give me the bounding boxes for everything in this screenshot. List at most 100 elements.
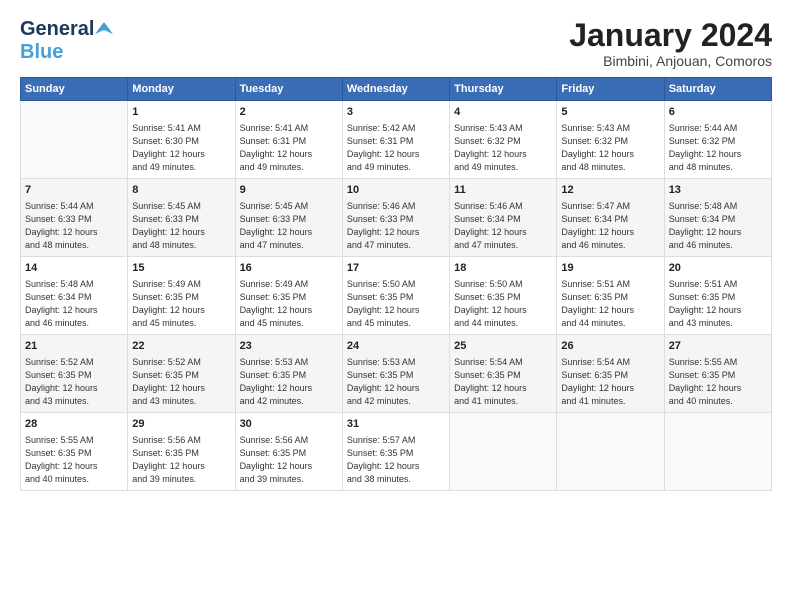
- calendar-week-row: 21 Sunrise: 5:52 AM Sunset: 6:35 PM Dayli…: [21, 335, 772, 413]
- table-row: 8Sunrise: 5:45 AM Sunset: 6:33 PM Daylig…: [128, 179, 235, 257]
- day-number: 4: [454, 105, 552, 120]
- day-number: 22: [132, 339, 230, 354]
- day-info: Sunrise: 5:55 AM Sunset: 6:35 PM Dayligh…: [669, 357, 742, 407]
- day-number: 9: [240, 183, 338, 198]
- day-info: Sunrise: 5:46 AM Sunset: 6:34 PM Dayligh…: [454, 201, 527, 251]
- table-row: 15Sunrise: 5:49 AM Sunset: 6:35 PM Dayli…: [128, 257, 235, 335]
- day-number: 1: [132, 105, 230, 120]
- table-row: 20 Sunrise: 5:51 AM Sunset: 6:35 PM Dayli…: [664, 257, 771, 335]
- day-info: Sunrise: 5:41 AM Sunset: 6:30 PM Dayligh…: [132, 123, 205, 173]
- header-saturday: Saturday: [664, 78, 771, 101]
- day-info: Sunrise: 5:49 AM Sunset: 6:35 PM Dayligh…: [132, 279, 205, 329]
- table-row: 4 Sunrise: 5:43 AM Sunset: 6:32 PM Daylig…: [450, 101, 557, 179]
- table-row: 1 Sunrise: 5:41 AM Sunset: 6:30 PM Daylig…: [128, 101, 235, 179]
- day-number: 6: [669, 105, 767, 120]
- logo-line2: Blue: [20, 41, 63, 64]
- day-info: Sunrise: 5:52 AM Sunset: 6:35 PM Dayligh…: [132, 357, 205, 407]
- logo-blue: Blue: [20, 41, 63, 63]
- day-info: Sunrise: 5:51 AM Sunset: 6:35 PM Dayligh…: [561, 279, 634, 329]
- day-number: 16: [240, 261, 338, 276]
- calendar-week-row: 7 Sunrise: 5:44 AM Sunset: 6:33 PM Daylig…: [21, 179, 772, 257]
- header-tuesday: Tuesday: [235, 78, 342, 101]
- logo-bird-icon: [95, 20, 113, 38]
- location-subtitle: Bimbini, Anjouan, Comoros: [569, 53, 772, 69]
- day-info: Sunrise: 5:41 AM Sunset: 6:31 PM Dayligh…: [240, 123, 313, 173]
- table-row: 7 Sunrise: 5:44 AM Sunset: 6:33 PM Daylig…: [21, 179, 128, 257]
- header-monday: Monday: [128, 78, 235, 101]
- calendar-week-row: 1 Sunrise: 5:41 AM Sunset: 6:30 PM Daylig…: [21, 101, 772, 179]
- day-info: Sunrise: 5:50 AM Sunset: 6:35 PM Dayligh…: [454, 279, 527, 329]
- table-row: 21 Sunrise: 5:52 AM Sunset: 6:35 PM Dayli…: [21, 335, 128, 413]
- day-info: Sunrise: 5:48 AM Sunset: 6:34 PM Dayligh…: [669, 201, 742, 251]
- calendar-header-row: Sunday Monday Tuesday Wednesday Thursday…: [21, 78, 772, 101]
- day-info: Sunrise: 5:43 AM Sunset: 6:32 PM Dayligh…: [454, 123, 527, 173]
- table-row: [21, 101, 128, 179]
- table-row: 23Sunrise: 5:53 AM Sunset: 6:35 PM Dayli…: [235, 335, 342, 413]
- day-info: Sunrise: 5:56 AM Sunset: 6:35 PM Dayligh…: [132, 435, 205, 485]
- day-info: Sunrise: 5:46 AM Sunset: 6:33 PM Dayligh…: [347, 201, 420, 251]
- table-row: [664, 413, 771, 491]
- table-row: 26 Sunrise: 5:54 AM Sunset: 6:35 PM Dayli…: [557, 335, 664, 413]
- day-info: Sunrise: 5:55 AM Sunset: 6:35 PM Dayligh…: [25, 435, 98, 485]
- day-info: Sunrise: 5:56 AM Sunset: 6:35 PM Dayligh…: [240, 435, 313, 485]
- table-row: 16Sunrise: 5:49 AM Sunset: 6:35 PM Dayli…: [235, 257, 342, 335]
- table-row: 24 Sunrise: 5:53 AM Sunset: 6:35 PM Dayli…: [342, 335, 449, 413]
- day-number: 19: [561, 261, 659, 276]
- day-number: 17: [347, 261, 445, 276]
- day-number: 26: [561, 339, 659, 354]
- month-title: January 2024: [569, 18, 772, 53]
- day-number: 24: [347, 339, 445, 354]
- day-number: 7: [25, 183, 123, 198]
- day-info: Sunrise: 5:51 AM Sunset: 6:35 PM Dayligh…: [669, 279, 742, 329]
- table-row: 2 Sunrise: 5:41 AM Sunset: 6:31 PM Daylig…: [235, 101, 342, 179]
- table-row: 28Sunrise: 5:55 AM Sunset: 6:35 PM Dayli…: [21, 413, 128, 491]
- day-info: Sunrise: 5:43 AM Sunset: 6:32 PM Dayligh…: [561, 123, 634, 173]
- day-info: Sunrise: 5:44 AM Sunset: 6:32 PM Dayligh…: [669, 123, 742, 173]
- day-number: 27: [669, 339, 767, 354]
- header-wednesday: Wednesday: [342, 78, 449, 101]
- day-info: Sunrise: 5:54 AM Sunset: 6:35 PM Dayligh…: [454, 357, 527, 407]
- day-number: 13: [669, 183, 767, 198]
- day-number: 5: [561, 105, 659, 120]
- day-info: Sunrise: 5:45 AM Sunset: 6:33 PM Dayligh…: [240, 201, 313, 251]
- calendar-table: Sunday Monday Tuesday Wednesday Thursday…: [20, 77, 772, 491]
- header-sunday: Sunday: [21, 78, 128, 101]
- table-row: 19 Sunrise: 5:51 AM Sunset: 6:35 PM Dayli…: [557, 257, 664, 335]
- day-number: 3: [347, 105, 445, 120]
- day-number: 20: [669, 261, 767, 276]
- calendar-week-row: 14Sunrise: 5:48 AM Sunset: 6:34 PM Dayli…: [21, 257, 772, 335]
- table-row: [557, 413, 664, 491]
- day-number: 21: [25, 339, 123, 354]
- day-info: Sunrise: 5:54 AM Sunset: 6:35 PM Dayligh…: [561, 357, 634, 407]
- table-row: [450, 413, 557, 491]
- day-number: 18: [454, 261, 552, 276]
- table-row: 27 Sunrise: 5:55 AM Sunset: 6:35 PM Dayli…: [664, 335, 771, 413]
- day-info: Sunrise: 5:53 AM Sunset: 6:35 PM Dayligh…: [347, 357, 420, 407]
- day-number: 8: [132, 183, 230, 198]
- day-info: Sunrise: 5:44 AM Sunset: 6:33 PM Dayligh…: [25, 201, 98, 251]
- day-info: Sunrise: 5:50 AM Sunset: 6:35 PM Dayligh…: [347, 279, 420, 329]
- table-row: 30 Sunrise: 5:56 AM Sunset: 6:35 PM Dayli…: [235, 413, 342, 491]
- day-number: 31: [347, 417, 445, 432]
- day-number: 30: [240, 417, 338, 432]
- day-info: Sunrise: 5:52 AM Sunset: 6:35 PM Dayligh…: [25, 357, 98, 407]
- day-info: Sunrise: 5:47 AM Sunset: 6:34 PM Dayligh…: [561, 201, 634, 251]
- table-row: 11 Sunrise: 5:46 AM Sunset: 6:34 PM Dayli…: [450, 179, 557, 257]
- day-number: 11: [454, 183, 552, 198]
- table-row: 13 Sunrise: 5:48 AM Sunset: 6:34 PM Dayli…: [664, 179, 771, 257]
- table-row: 31 Sunrise: 5:57 AM Sunset: 6:35 PM Dayli…: [342, 413, 449, 491]
- title-block: January 2024 Bimbini, Anjouan, Comoros: [569, 18, 772, 69]
- day-number: 2: [240, 105, 338, 120]
- table-row: 5 Sunrise: 5:43 AM Sunset: 6:32 PM Daylig…: [557, 101, 664, 179]
- logo: General Blue: [20, 18, 113, 64]
- header: General Blue January 2024 Bimbini, Anjou…: [20, 18, 772, 69]
- day-number: 10: [347, 183, 445, 198]
- page: General Blue January 2024 Bimbini, Anjou…: [0, 0, 792, 612]
- table-row: 17 Sunrise: 5:50 AM Sunset: 6:35 PM Dayli…: [342, 257, 449, 335]
- day-info: Sunrise: 5:57 AM Sunset: 6:35 PM Dayligh…: [347, 435, 420, 485]
- calendar-week-row: 28Sunrise: 5:55 AM Sunset: 6:35 PM Dayli…: [21, 413, 772, 491]
- table-row: 29Sunrise: 5:56 AM Sunset: 6:35 PM Dayli…: [128, 413, 235, 491]
- table-row: 12Sunrise: 5:47 AM Sunset: 6:34 PM Dayli…: [557, 179, 664, 257]
- day-info: Sunrise: 5:53 AM Sunset: 6:35 PM Dayligh…: [240, 357, 313, 407]
- logo-line1: General: [20, 18, 113, 41]
